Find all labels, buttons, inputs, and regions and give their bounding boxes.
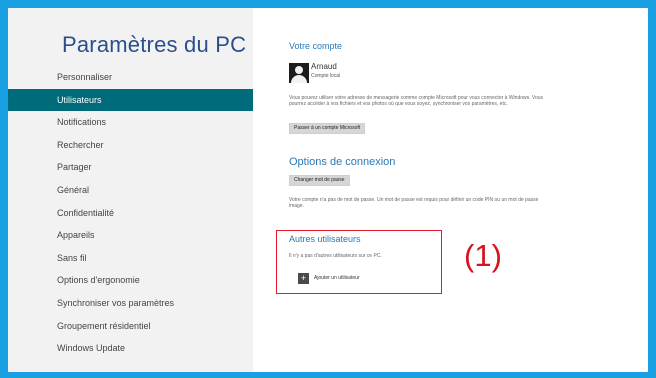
sidebar-item-rechercher[interactable]: Rechercher [8,134,253,157]
sidebar-item-ergonomie[interactable]: Options d'ergonomie [8,269,253,292]
change-password-button[interactable]: Changer mot de passe [289,175,350,186]
sidebar: Paramètres du PC Personnaliser Utilisate… [8,8,253,372]
account-user-name: Arnaud [311,62,337,71]
annotation-label: (1) [464,238,502,273]
sidebar-item-general[interactable]: Général [8,179,253,202]
other-users-section-title: Autres utilisateurs [289,234,361,244]
sidebar-item-utilisateurs[interactable]: Utilisateurs [8,88,253,112]
add-user-icon[interactable]: + [298,273,309,284]
sidebar-item-sans-fil[interactable]: Sans fil [8,247,253,270]
account-description: Vous pouvez utiliser votre adresse de me… [289,95,544,107]
sidebar-item-notifications[interactable]: Notifications [8,111,253,134]
sidebar-item-windows-update[interactable]: Windows Update [8,337,253,360]
sidebar-item-personnaliser[interactable]: Personnaliser [8,66,253,89]
other-users-description: Il n'y a pas d'autres utilisateurs sur c… [289,253,382,259]
user-avatar-icon [289,63,309,83]
sidebar-item-appareils[interactable]: Appareils [8,224,253,247]
sidebar-item-synchroniser[interactable]: Synchroniser vos paramètres [8,292,253,315]
sidebar-item-confidentialite[interactable]: Confidentialité [8,202,253,225]
account-user-type: Compte local [311,73,341,79]
sidebar-nav: Personnaliser Utilisateurs Notifications… [8,66,253,360]
signin-description: Votre compte n'a pas de mot de passe. Un… [289,197,539,209]
account-section-title: Votre compte [289,41,343,51]
signin-section-title: Options de connexion [289,156,396,168]
sidebar-item-partager[interactable]: Partager [8,156,253,179]
add-user-button[interactable]: Ajouter un utilisateur [314,275,360,281]
sidebar-item-groupement[interactable]: Groupement résidentiel [8,315,253,338]
settings-window: Paramètres du PC Personnaliser Utilisate… [0,0,656,378]
sidebar-title: Paramètres du PC [62,32,247,57]
switch-microsoft-account-button[interactable]: Passer à un compte Microsoft [289,123,366,134]
